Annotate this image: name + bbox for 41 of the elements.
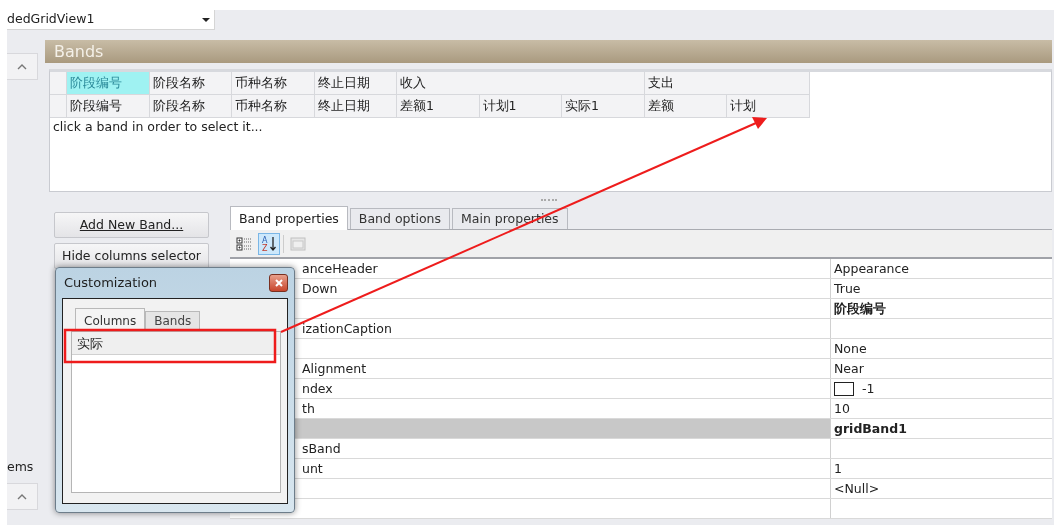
close-icon <box>274 279 283 287</box>
property-value[interactable]: -1 <box>830 379 1052 398</box>
tab[interactable]: Bands <box>145 311 201 331</box>
column-header[interactable]: 终止日期 <box>314 95 397 118</box>
panel-header: Bands <box>45 40 1052 63</box>
column-header[interactable]: 阶段编号 <box>67 95 150 118</box>
splitter-grip-icon[interactable] <box>540 198 557 201</box>
column-header[interactable]: 阶段名称 <box>149 95 232 118</box>
view-selector[interactable]: dedGridView1 <box>7 10 215 30</box>
band-header[interactable]: 收入 <box>397 72 645 95</box>
dialog-title: Customization <box>64 274 158 293</box>
tab[interactable]: Band options <box>349 208 450 229</box>
property-value[interactable]: True <box>830 279 1052 298</box>
column-item[interactable]: 实际 <box>72 332 280 355</box>
band-header[interactable]: 支出 <box>644 72 810 95</box>
column-header[interactable]: 实际1 <box>562 95 645 118</box>
column-header[interactable]: 计划1 <box>479 95 562 118</box>
property-value[interactable]: 10 <box>830 399 1052 418</box>
chevron-up-icon <box>17 63 27 70</box>
dropdown-caret-icon <box>202 17 210 22</box>
collapse-button[interactable] <box>7 53 38 80</box>
band-header[interactable]: 终止日期 <box>314 72 397 95</box>
sort-alphabetical-icon[interactable]: A Z <box>258 232 280 255</box>
band-header[interactable]: 阶段名称 <box>149 72 232 95</box>
hint-text: click a band in order to select it... <box>52 118 264 136</box>
column-header[interactable]: 差额 <box>644 95 727 118</box>
property-value[interactable]: Near <box>830 359 1052 378</box>
band-header[interactable]: 币种名称 <box>232 72 315 95</box>
column-header[interactable]: 差额1 <box>397 95 480 118</box>
column-header[interactable]: 计划 <box>727 95 810 118</box>
tab[interactable]: Band properties <box>230 206 348 230</box>
hide-columns-button[interactable]: Hide columns selector <box>54 243 209 269</box>
chevron-up-icon <box>17 493 27 500</box>
property-value[interactable]: Appearance <box>830 259 1052 278</box>
close-button[interactable] <box>269 274 288 292</box>
tab[interactable]: Columns <box>75 308 146 331</box>
column-header[interactable]: 币种名称 <box>232 95 315 118</box>
collapse-button[interactable] <box>7 483 38 510</box>
add-band-button[interactable]: Add New Band... <box>54 212 209 238</box>
side-label: ems <box>7 458 34 476</box>
property-value[interactable]: 1 <box>830 459 1052 478</box>
